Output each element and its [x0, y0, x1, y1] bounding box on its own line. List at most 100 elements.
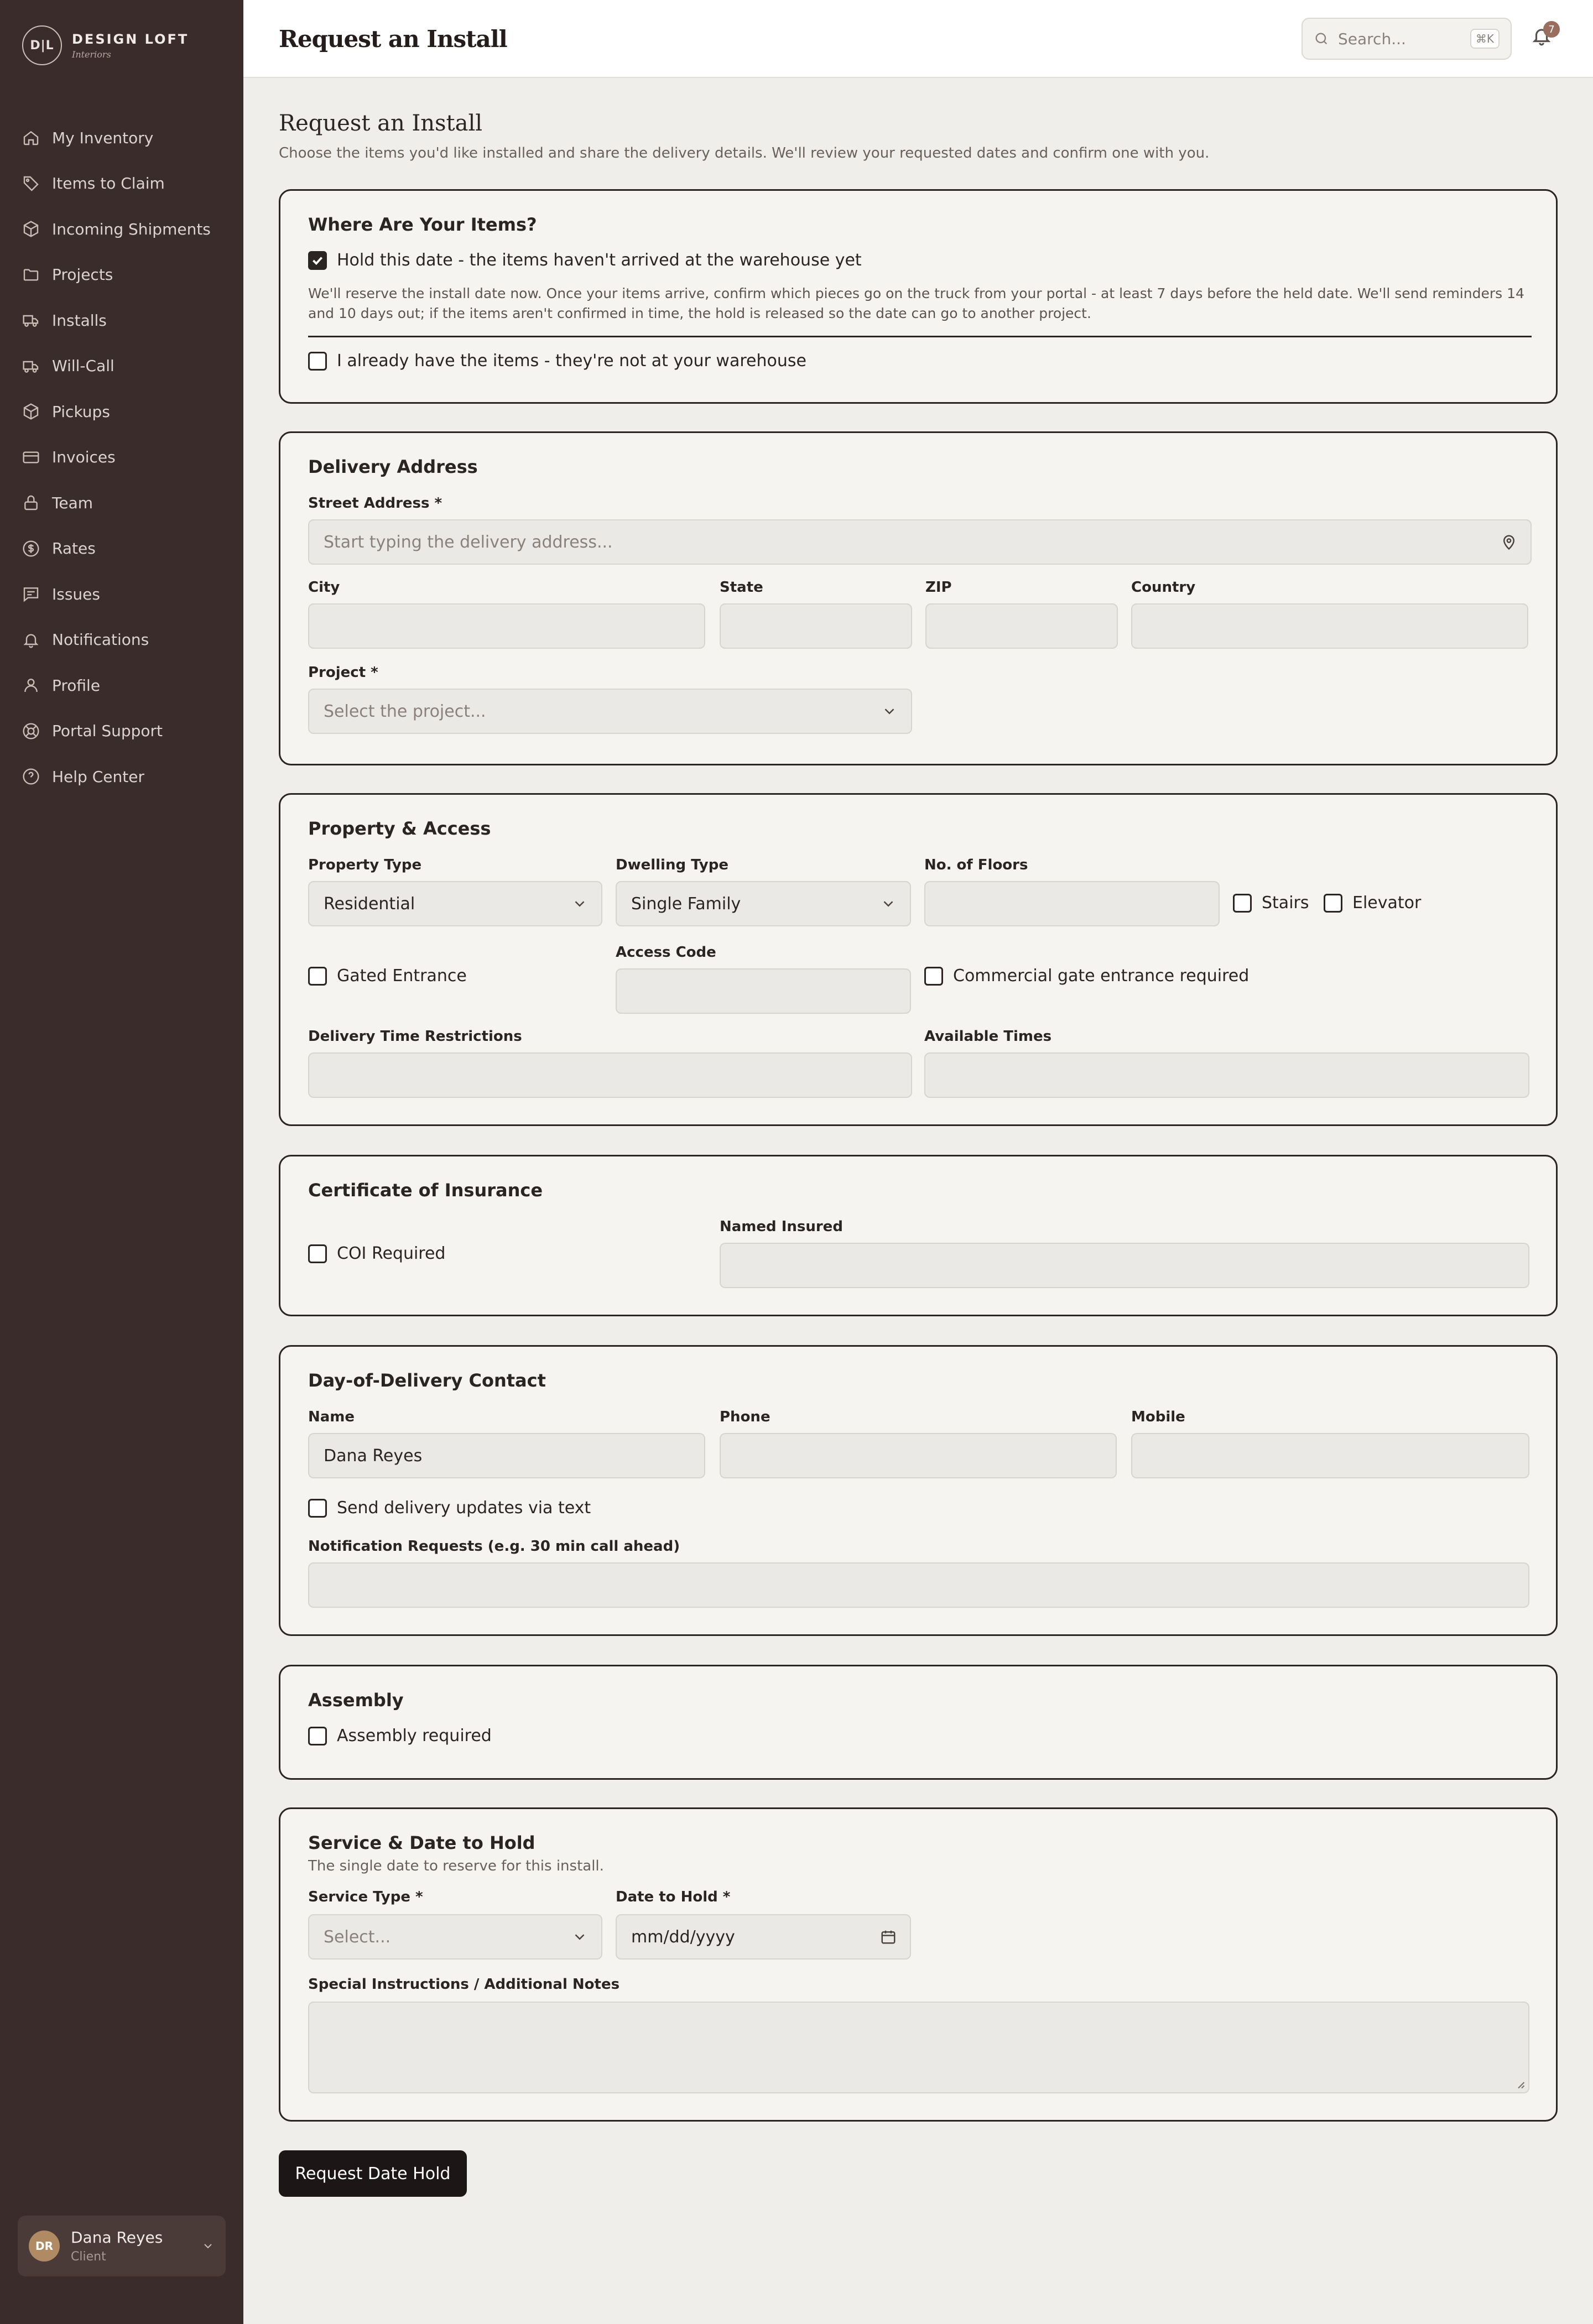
available-times-input[interactable] — [924, 1052, 1529, 1098]
sidebar-item-portal-support[interactable]: Portal Support — [22, 708, 227, 754]
brand-logo[interactable]: D|L DESIGN LOFT Interiors — [22, 25, 189, 65]
sms-updates-checkbox[interactable] — [308, 1498, 327, 1518]
sidebar-item-projects[interactable]: Projects — [22, 252, 227, 298]
time-restrictions-input[interactable] — [308, 1052, 912, 1098]
property-type-select[interactable]: Residential — [308, 881, 602, 926]
project-label: Project * — [308, 664, 378, 681]
coi-checkbox[interactable] — [308, 1244, 327, 1263]
commercial-gate-checkbox[interactable] — [924, 966, 943, 986]
stairs-checkbox[interactable] — [1233, 893, 1252, 913]
credit-card-icon — [23, 451, 39, 463]
service-type-select[interactable]: Select... — [308, 1914, 602, 1960]
sidebar-item-issues[interactable]: Issues — [22, 571, 227, 617]
state-label: State — [720, 579, 763, 596]
city-input[interactable] — [308, 603, 705, 649]
sidebar-item-my-inventory[interactable]: My Inventory — [22, 115, 227, 161]
request-date-hold-button[interactable]: Request Date Hold — [279, 2150, 467, 2197]
special-instructions-textarea[interactable] — [308, 2002, 1529, 2093]
sidebar-item-pickups[interactable]: Pickups — [22, 389, 227, 435]
notification-requests-input[interactable] — [308, 1562, 1529, 1608]
sidebar-item-team[interactable]: Team — [22, 480, 227, 526]
logo-monogram: D|L — [22, 25, 62, 65]
mobile-input[interactable] — [1131, 1433, 1529, 1478]
sidebar-item-will-call[interactable]: Will-Call — [22, 343, 227, 389]
sidebar-item-help-center[interactable]: Help Center — [22, 754, 227, 800]
divider — [308, 336, 1532, 337]
coi-checkbox-row[interactable]: COI Required — [308, 1244, 445, 1263]
street-address-input[interactable]: Start typing the delivery address... — [308, 519, 1532, 565]
truck-icon — [23, 315, 39, 327]
search-input[interactable]: Search... ⌘K — [1302, 18, 1512, 60]
date-to-hold-label: Date to Hold * — [616, 1889, 731, 1905]
sidebar-item-items-to-claim[interactable]: Items to Claim — [22, 161, 227, 207]
bell-icon — [23, 634, 39, 648]
floors-input[interactable] — [924, 881, 1220, 926]
service-type-label: Service Type * — [308, 1889, 423, 1905]
hold-date-label: Hold this date - the items haven't arriv… — [337, 251, 862, 270]
hold-date-checkbox-row[interactable]: Hold this date - the items haven't arriv… — [308, 251, 862, 270]
available-times-label: Available Times — [924, 1028, 1052, 1045]
hold-date-checkbox[interactable] — [308, 251, 327, 270]
package-icon — [23, 221, 39, 237]
contact-name-input[interactable]: Dana Reyes — [308, 1433, 705, 1478]
property-access-card: Property & Access Property Type Resident… — [279, 793, 1558, 1126]
sidebar-item-rates[interactable]: Rates — [22, 526, 227, 572]
assembly-checkbox[interactable] — [308, 1726, 327, 1745]
chevron-down-icon — [883, 901, 893, 907]
access-code-input[interactable] — [616, 968, 911, 1014]
street-address-label: Street Address * — [308, 495, 442, 512]
gated-checkbox[interactable] — [308, 966, 327, 986]
card-subtitle: The single date to reserve for this inst… — [308, 1858, 604, 1874]
street-address-placeholder: Start typing the delivery address... — [324, 532, 613, 552]
checkmark-icon — [313, 256, 322, 265]
sidebar-item-label: Issues — [52, 585, 100, 603]
sidebar-item-label: Rates — [52, 539, 96, 558]
page-title: Request an Install — [279, 111, 483, 136]
card-title: Service & Date to Hold — [308, 1832, 535, 1853]
country-label: Country — [1131, 579, 1196, 596]
card-title: Certificate of Insurance — [308, 1180, 543, 1201]
gated-checkbox-row[interactable]: Gated Entrance — [308, 966, 467, 986]
resize-grip-icon[interactable] — [1515, 2079, 1525, 2089]
state-input[interactable] — [720, 603, 912, 649]
stairs-checkbox-row[interactable]: Stairs — [1233, 893, 1309, 913]
project-select[interactable]: Select the project... — [308, 689, 912, 734]
country-input[interactable] — [1131, 603, 1528, 649]
notifications-button[interactable]: 7 — [1531, 21, 1560, 50]
phone-input[interactable] — [720, 1433, 1117, 1478]
chevron-down-icon — [884, 708, 894, 715]
property-type-label: Property Type — [308, 857, 422, 873]
user-menu[interactable]: DR Dana Reyes Client — [18, 2216, 226, 2276]
zip-label: ZIP — [925, 579, 952, 596]
sidebar-item-notifications[interactable]: Notifications — [22, 617, 227, 663]
named-insured-input[interactable] — [720, 1243, 1529, 1288]
home-icon — [23, 131, 39, 145]
assembly-checkbox-row[interactable]: Assembly required — [308, 1726, 492, 1745]
have-items-checkbox[interactable] — [308, 351, 327, 371]
top-header: Request an Install Search... ⌘K 7 — [243, 0, 1593, 78]
calendar-icon[interactable] — [880, 1929, 897, 1945]
floors-label: No. of Floors — [924, 857, 1028, 873]
sidebar-item-invoices[interactable]: Invoices — [22, 435, 227, 481]
sidebar-item-profile[interactable]: Profile — [22, 663, 227, 708]
sidebar-item-label: My Inventory — [52, 128, 154, 147]
sidebar-item-incoming-shipments[interactable]: Incoming Shipments — [22, 206, 227, 252]
zip-input[interactable] — [925, 603, 1118, 649]
search-icon — [1315, 33, 1328, 45]
assembly-card: Assembly Assembly required — [279, 1665, 1558, 1780]
card-title: Assembly — [308, 1690, 404, 1711]
project-placeholder: Select the project... — [324, 701, 486, 721]
coi-label: COI Required — [337, 1244, 446, 1263]
sidebar-item-installs[interactable]: Installs — [22, 298, 227, 343]
have-items-checkbox-row[interactable]: I already have the items - they're not a… — [308, 351, 806, 371]
elevator-checkbox-row[interactable]: Elevator — [1324, 893, 1421, 913]
message-icon — [23, 587, 39, 602]
elevator-checkbox[interactable] — [1324, 893, 1342, 913]
commercial-gate-checkbox-row[interactable]: Commercial gate entrance required — [924, 966, 1249, 986]
sidebar-item-label: Items to Claim — [52, 174, 165, 193]
sidebar: D|L DESIGN LOFT Interiors My Inventory I… — [0, 0, 243, 2324]
dwelling-type-select[interactable]: Single Family — [616, 881, 911, 926]
sms-updates-checkbox-row[interactable]: Send delivery updates via text — [308, 1498, 591, 1518]
date-to-hold-input[interactable]: mm/dd/yyyy — [616, 1914, 911, 1960]
sidebar-item-label: Help Center — [52, 767, 144, 786]
